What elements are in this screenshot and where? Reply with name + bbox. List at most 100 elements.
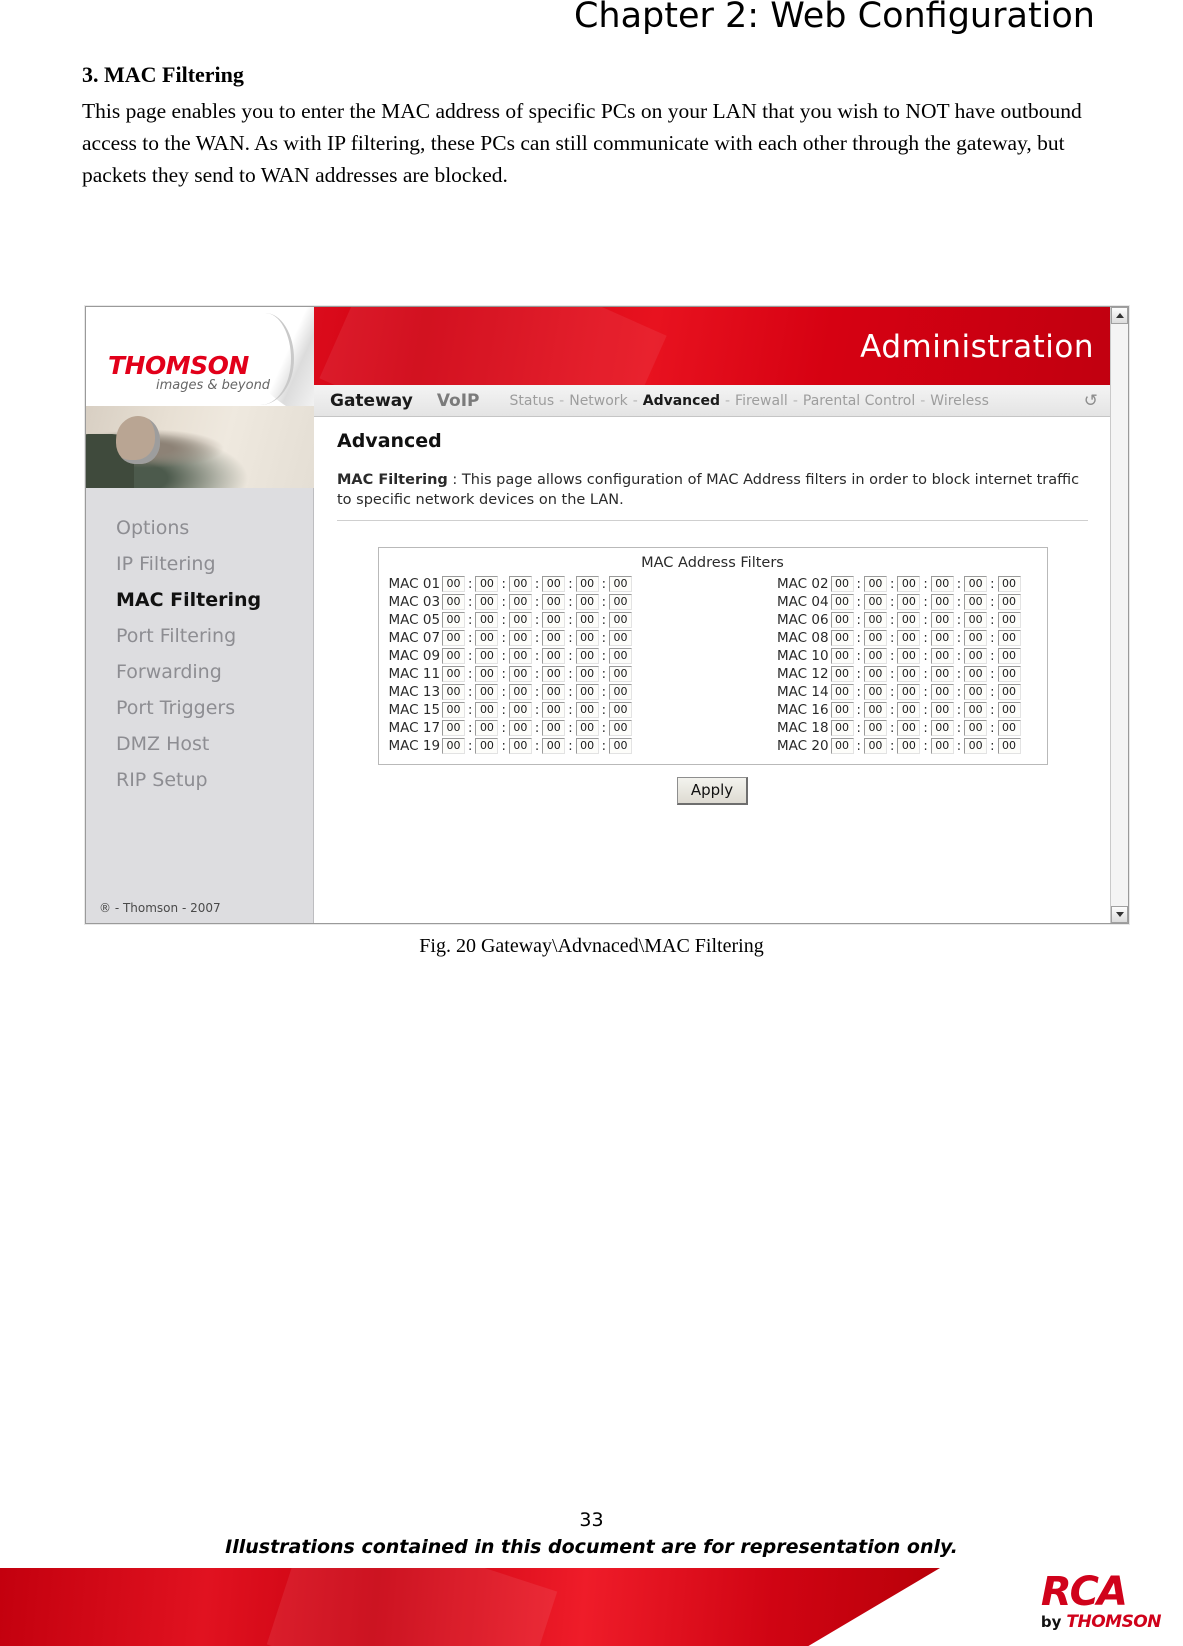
nav-subitem-firewall[interactable]: Firewall: [735, 393, 788, 409]
mac-octet-input[interactable]: 00: [609, 576, 632, 592]
mac-octet-input[interactable]: 00: [475, 666, 499, 682]
mac-octet-input[interactable]: 00: [575, 702, 599, 718]
mac-octet-input[interactable]: 00: [830, 684, 854, 700]
sidebar-item-port-triggers[interactable]: Port Triggers: [86, 690, 313, 726]
sidebar-item-ip-filtering[interactable]: IP Filtering: [86, 546, 313, 582]
mac-octet-input[interactable]: 00: [964, 738, 988, 754]
mac-octet-input[interactable]: 00: [964, 594, 988, 610]
mac-octet-input[interactable]: 00: [930, 666, 954, 682]
mac-octet-input[interactable]: 00: [830, 702, 854, 718]
sidebar-item-options[interactable]: Options: [86, 510, 313, 546]
mac-octet-input[interactable]: 00: [863, 648, 887, 664]
mac-octet-input[interactable]: 00: [508, 684, 532, 700]
mac-octet-input[interactable]: 00: [997, 720, 1021, 736]
mac-octet-input[interactable]: 00: [442, 702, 466, 718]
sidebar-item-forwarding[interactable]: Forwarding: [86, 654, 313, 690]
scroll-down-icon[interactable]: [1111, 906, 1128, 923]
mac-octet-input[interactable]: 00: [897, 576, 921, 592]
mac-octet-input[interactable]: 00: [830, 630, 854, 646]
mac-octet-input[interactable]: 00: [475, 702, 499, 718]
mac-octet-input[interactable]: 00: [897, 702, 921, 718]
mac-octet-input[interactable]: 00: [508, 594, 532, 610]
mac-octet-input[interactable]: 00: [897, 630, 921, 646]
mac-octet-input[interactable]: 00: [997, 594, 1021, 610]
mac-octet-input[interactable]: 00: [830, 648, 854, 664]
mac-octet-input[interactable]: 00: [609, 720, 632, 736]
mac-octet-input[interactable]: 00: [830, 594, 854, 610]
mac-octet-input[interactable]: 00: [508, 702, 532, 718]
mac-octet-input[interactable]: 00: [442, 684, 466, 700]
mac-octet-input[interactable]: 00: [863, 630, 887, 646]
mac-octet-input[interactable]: 00: [575, 684, 599, 700]
mac-octet-input[interactable]: 00: [863, 594, 887, 610]
nav-subitem-wireless[interactable]: Wireless: [930, 393, 989, 409]
mac-octet-input[interactable]: 00: [930, 702, 954, 718]
mac-octet-input[interactable]: 00: [475, 576, 499, 592]
mac-octet-input[interactable]: 00: [575, 612, 599, 628]
mac-octet-input[interactable]: 00: [863, 720, 887, 736]
mac-octet-input[interactable]: 00: [542, 648, 566, 664]
mac-octet-input[interactable]: 00: [475, 648, 499, 664]
nav-subitem-network[interactable]: Network: [569, 393, 627, 409]
mac-octet-input[interactable]: 00: [508, 630, 532, 646]
mac-octet-input[interactable]: 00: [575, 738, 599, 754]
mac-octet-input[interactable]: 00: [997, 612, 1021, 628]
mac-octet-input[interactable]: 00: [930, 648, 954, 664]
mac-octet-input[interactable]: 00: [897, 666, 921, 682]
mac-octet-input[interactable]: 00: [997, 666, 1021, 682]
mac-octet-input[interactable]: 00: [964, 720, 988, 736]
mac-octet-input[interactable]: 00: [508, 738, 532, 754]
mac-octet-input[interactable]: 00: [609, 684, 632, 700]
mac-octet-input[interactable]: 00: [475, 594, 499, 610]
mac-octet-input[interactable]: 00: [542, 684, 566, 700]
mac-octet-input[interactable]: 00: [508, 720, 532, 736]
mac-octet-input[interactable]: 00: [475, 720, 499, 736]
mac-octet-input[interactable]: 00: [609, 612, 632, 628]
mac-octet-input[interactable]: 00: [930, 594, 954, 610]
mac-octet-input[interactable]: 00: [508, 648, 532, 664]
mac-octet-input[interactable]: 00: [442, 738, 466, 754]
mac-octet-input[interactable]: 00: [575, 720, 599, 736]
mac-octet-input[interactable]: 00: [863, 684, 887, 700]
mac-octet-input[interactable]: 00: [964, 702, 988, 718]
mac-octet-input[interactable]: 00: [897, 684, 921, 700]
nav-subitem-parental-control[interactable]: Parental Control: [803, 393, 915, 409]
mac-octet-input[interactable]: 00: [897, 594, 921, 610]
mac-octet-input[interactable]: 00: [997, 576, 1021, 592]
scroll-up-icon[interactable]: [1111, 307, 1128, 324]
mac-octet-input[interactable]: 00: [475, 738, 499, 754]
mac-octet-input[interactable]: 00: [964, 684, 988, 700]
mac-octet-input[interactable]: 00: [442, 630, 466, 646]
mac-octet-input[interactable]: 00: [863, 576, 887, 592]
mac-octet-input[interactable]: 00: [508, 666, 532, 682]
mac-octet-input[interactable]: 00: [830, 612, 854, 628]
mac-octet-input[interactable]: 00: [830, 666, 854, 682]
mac-octet-input[interactable]: 00: [442, 648, 466, 664]
mac-octet-input[interactable]: 00: [863, 666, 887, 682]
mac-octet-input[interactable]: 00: [575, 594, 599, 610]
mac-octet-input[interactable]: 00: [542, 666, 566, 682]
sidebar-item-port-filtering[interactable]: Port Filtering: [86, 618, 313, 654]
mac-octet-input[interactable]: 00: [964, 630, 988, 646]
mac-octet-input[interactable]: 00: [542, 702, 566, 718]
nav-subitem-status[interactable]: Status: [510, 393, 555, 409]
mac-octet-input[interactable]: 00: [542, 612, 566, 628]
mac-octet-input[interactable]: 00: [575, 630, 599, 646]
mac-octet-input[interactable]: 00: [930, 612, 954, 628]
mac-octet-input[interactable]: 00: [863, 702, 887, 718]
mac-octet-input[interactable]: 00: [830, 720, 854, 736]
mac-octet-input[interactable]: 00: [897, 648, 921, 664]
mac-octet-input[interactable]: 00: [508, 612, 532, 628]
mac-octet-input[interactable]: 00: [442, 594, 466, 610]
mac-octet-input[interactable]: 00: [997, 684, 1021, 700]
mac-octet-input[interactable]: 00: [475, 684, 499, 700]
mac-octet-input[interactable]: 00: [609, 594, 632, 610]
mac-octet-input[interactable]: 00: [575, 576, 599, 592]
mac-octet-input[interactable]: 00: [442, 612, 466, 628]
mac-octet-input[interactable]: 00: [542, 576, 566, 592]
mac-octet-input[interactable]: 00: [609, 666, 632, 682]
nav-tab-voip[interactable]: VoIP: [437, 391, 480, 411]
mac-octet-input[interactable]: 00: [997, 648, 1021, 664]
mac-octet-input[interactable]: 00: [930, 720, 954, 736]
mac-octet-input[interactable]: 00: [542, 630, 566, 646]
